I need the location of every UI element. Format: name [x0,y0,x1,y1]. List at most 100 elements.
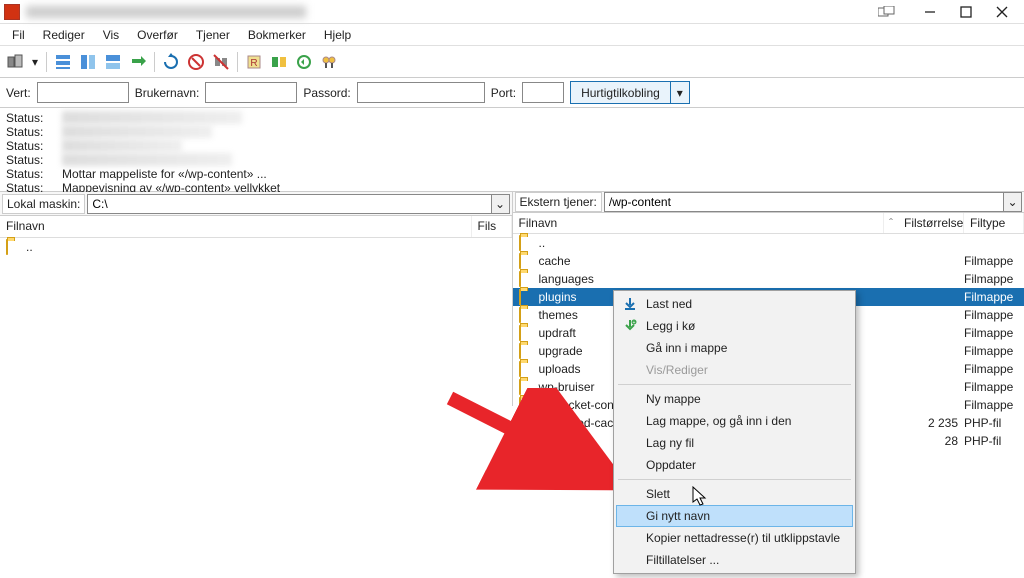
context-menu-label: Slett [646,487,670,501]
context-menu-item[interactable]: Oppdater [616,454,853,476]
folder-icon [519,289,521,305]
svg-text:R: R [250,58,257,69]
file-type: Filmappe [964,254,1024,268]
file-name: .. [539,236,899,250]
local-path-dropdown[interactable]: ⌄ [492,194,510,214]
sitemanager-dropdown[interactable]: ▾ [29,51,41,73]
close-button[interactable] [984,1,1020,23]
refresh-icon[interactable] [160,51,182,73]
download-icon [622,296,638,312]
context-menu-label: Gi nytt navn [646,509,710,523]
remote-site-label: Ekstern tjener: [515,192,602,212]
sort-indicator-icon: ˆ [884,213,898,233]
menu-bokmerker[interactable]: Bokmerker [240,26,314,44]
local-col-size[interactable]: Fils [472,216,512,237]
menu-fil[interactable]: Fil [4,26,33,44]
folder-icon [519,271,521,287]
toggle-log-icon[interactable] [52,51,74,73]
context-menu-item[interactable]: Filtillatelser ... [616,549,853,571]
menu-rediger[interactable]: Rediger [35,26,93,44]
context-menu: Last ned + Legg i kø Gå inn i mappeVis/Redi… [613,290,856,574]
file-name: languages [539,272,899,286]
menu-hjelp[interactable]: Hjelp [316,26,359,44]
local-file-list[interactable]: .. [0,238,512,406]
local-path-input[interactable] [87,194,491,214]
context-menu-item[interactable]: Gå inn i mappe [616,337,853,359]
context-menu-label: Filtillatelser ... [646,553,719,567]
context-menu-item: Vis/Rediger [616,359,853,381]
list-item[interactable]: cache Filmappe [513,252,1024,270]
transfer-both-icon[interactable] [127,51,149,73]
maximize-button[interactable] [948,1,984,23]
cursor-icon [692,486,710,508]
menu-overfor[interactable]: Overfør [129,26,186,44]
context-menu-item[interactable]: Lag ny fil [616,432,853,454]
file-type: PHP-fil [964,416,1024,430]
remote-path-dropdown[interactable]: ⌄ [1004,192,1022,212]
file-size: 28 [898,434,964,448]
quickconnect-bar: Vert: Brukernavn: Passord: Port: Hurtigt… [0,78,1024,108]
context-menu-item[interactable]: + Legg i kø [616,315,853,337]
file-type: Filmappe [964,380,1024,394]
file-type: Filmappe [964,398,1024,412]
sitemanager-icon[interactable] [4,51,26,73]
pass-input[interactable] [357,82,485,103]
context-menu-item[interactable]: Gi nytt navn [616,505,853,527]
local-columns: Filnavn Fils [0,216,512,238]
local-col-name[interactable]: Filnavn [0,216,472,237]
context-menu-label: Legg i kø [646,319,695,333]
folder-icon [519,361,521,377]
pass-label: Passord: [303,86,350,100]
sync-icon[interactable] [293,51,315,73]
compare-icon[interactable] [268,51,290,73]
folder-icon [6,239,8,255]
message-log: Status: Status: Status: Status: Status:M… [0,108,1024,192]
context-menu-label: Ny mappe [646,392,701,406]
context-menu-item[interactable]: Ny mappe [616,388,853,410]
quickconnect-button[interactable]: Hurtigtilkobling ▾ [570,81,690,104]
remote-col-name[interactable]: Filnavn [513,213,885,233]
folder-icon [519,343,521,359]
folder-icon [519,235,521,251]
user-input[interactable] [205,82,297,103]
list-item[interactable]: .. [0,238,512,256]
host-input[interactable] [37,82,129,103]
title-text-blurred [26,6,306,18]
quickconnect-dropdown[interactable]: ▾ [671,82,689,103]
log-label: Status: [6,111,52,125]
user-label: Brukernavn: [135,86,200,100]
file-type: Filmappe [964,290,1024,304]
menu-vis[interactable]: Vis [95,26,127,44]
app-icon [4,4,20,20]
file-name: cache [539,254,899,268]
remote-path-input[interactable] [604,192,1004,212]
log-line: Mottar mappeliste for «/wp-content» ... [62,167,267,181]
queue-icon: + [622,318,638,334]
context-menu-label: Oppdater [646,458,696,472]
titlebar [0,0,1024,24]
context-menu-item[interactable]: Kopier nettadresse(r) til utklippstavle [616,527,853,549]
context-menu-item[interactable]: Last ned [616,293,853,315]
menu-tjener[interactable]: Tjener [188,26,238,44]
folder-icon [519,253,521,269]
context-menu-item[interactable]: Lag mappe, og gå inn i den [616,410,853,432]
port-input[interactable] [522,82,564,103]
remote-col-size[interactable]: Filstørrelse [898,213,964,233]
file-size: 2 235 [898,416,964,430]
svg-text:+: + [633,320,636,326]
list-item[interactable]: languagesFilmappe [513,270,1024,288]
file-name: .. [26,240,33,254]
file-type: PHP-fil [964,434,1024,448]
minimize-button[interactable] [912,1,948,23]
search-icon[interactable] [318,51,340,73]
cancel-icon[interactable] [185,51,207,73]
disconnect-icon[interactable] [210,51,232,73]
local-pane: Lokal maskin: ⌄ Filnavn Fils .. [0,192,513,406]
file-type: Filmappe [964,362,1024,376]
toggle-tree-icon[interactable] [77,51,99,73]
remote-col-type[interactable]: Filtype [964,213,1024,233]
list-item[interactable]: .. [513,234,1024,252]
context-menu-item[interactable]: Slett [616,483,853,505]
toggle-queue-icon[interactable] [102,51,124,73]
filter-icon[interactable]: R [243,51,265,73]
